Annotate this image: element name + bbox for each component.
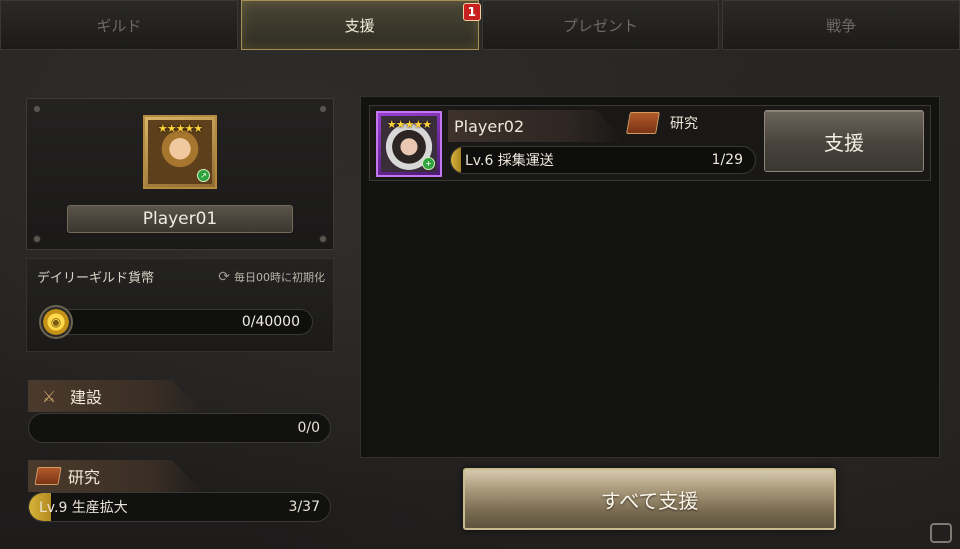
request-progress-fill [451,147,461,173]
tab-present[interactable]: プレゼント [481,0,720,50]
currency-value: 0/40000 [241,314,300,330]
construction-title: 建設 [70,388,103,407]
role-badge-icon: ↗ [197,169,210,182]
support-button[interactable]: 支援 [764,110,924,172]
guild-coin-icon: ◉ [39,305,73,339]
daily-currency-title: デイリーギルド貨幣 [37,271,155,286]
notification-badge: 1 [462,3,481,21]
support-all-button[interactable]: すべて支援 [463,468,836,530]
tab-guild-label: ギルド [96,16,142,35]
request-value: 1/29 [711,152,743,168]
requester-avatar[interactable]: ★★★★★ + [376,111,442,177]
player-nameplate: Player01 [67,205,293,233]
construction-value: 0/0 [297,420,320,436]
currency-progress: 0/40000 ◉ [39,305,315,339]
star-rating: ★★★★★ [386,118,432,131]
tab-bar: ギルド 支援 1 プレゼント 戦争 [0,0,960,52]
tab-war[interactable]: 戦争 [722,0,960,50]
requester-name: Player02 [448,110,623,142]
tab-war-label: 戦争 [826,16,857,35]
rivet-icon [319,105,327,113]
shield-icon: ⚔ [41,386,57,406]
request-progress: Lv.6 採集運送 1/29 [450,146,756,174]
tab-support-label: 支援 [344,16,375,35]
daily-currency-panel: デイリーギルド貨幣 ⟳ 毎日00時に初期化 0/40000 ◉ [26,258,334,352]
book-icon [34,467,62,485]
research-header: 研究 [28,460,203,492]
research-value: 3/37 [288,499,320,515]
request-item: Lv.6 採集運送 [465,153,554,169]
request-category: 研究 [626,112,698,134]
avatar-image: ★★★★★ + [381,116,437,172]
refresh-icon: ⟳ [218,269,230,285]
star-rating: ★★★★★ [157,122,203,135]
reset-label: 毎日00時に初期化 [234,271,325,284]
book-icon [626,112,660,134]
avatar-image: ★★★★★ ↗ [148,120,212,184]
research-progress: Lv.9 生産拡大 3/37 [28,492,331,522]
rivet-icon [33,235,41,243]
currency-progress-track: 0/40000 [57,309,313,335]
reset-info: ⟳ 毎日00時に初期化 [218,269,325,285]
research-title: 研究 [68,468,101,487]
construction-header: ⚔ 建設 [28,380,203,412]
player-avatar[interactable]: ★★★★★ ↗ [143,115,217,189]
request-category-label: 研究 [670,116,698,132]
watermark-logo [930,523,952,543]
role-badge-icon: + [422,157,435,170]
construction-progress: 0/0 [28,413,331,443]
profile-panel: ★★★★★ ↗ Player01 [26,98,334,250]
list-item: ★★★★★ + Player02 研究 Lv.6 採集運送 1/29 支援 [369,105,931,181]
tab-present-label: プレゼント [562,16,638,35]
rivet-icon [319,235,327,243]
research-item: Lv.9 生産拡大 [39,500,128,516]
support-request-list: ★★★★★ + Player02 研究 Lv.6 採集運送 1/29 支援 [360,96,940,458]
rivet-icon [33,105,41,113]
tab-guild[interactable]: ギルド [0,0,238,50]
tab-support[interactable]: 支援 1 [240,0,481,50]
